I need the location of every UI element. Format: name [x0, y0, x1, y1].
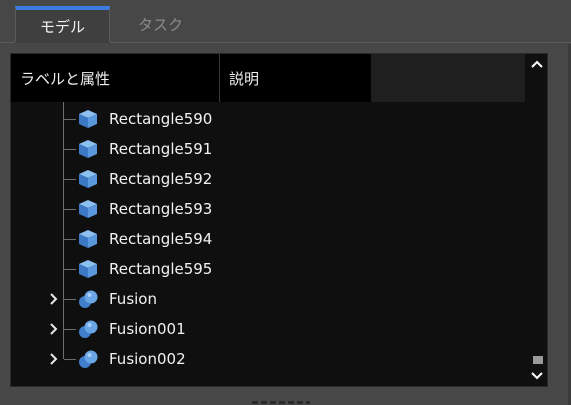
fusion-icon	[77, 318, 99, 340]
tree-item[interactable]: Fusion	[11, 284, 525, 314]
tree-connector	[64, 329, 76, 330]
tree-panel: ラベルと属性 説明 Rectangle590 Rectangle591 Rectan…	[10, 53, 548, 387]
tab-tasks[interactable]: タスク	[113, 6, 208, 42]
scrollbar-thumb[interactable]	[533, 356, 543, 364]
tree-item-label: Fusion001	[109, 320, 186, 338]
fusion-icon	[77, 348, 99, 370]
tree-item[interactable]: Rectangle594	[11, 224, 525, 254]
cube-icon	[77, 228, 99, 250]
tree-connector	[64, 119, 76, 120]
tree-body: Rectangle590 Rectangle591 Rectangle592 Rect…	[11, 102, 525, 386]
scroll-down-icon[interactable]	[529, 368, 545, 384]
tree-connector	[64, 179, 76, 180]
tree-connector	[64, 149, 76, 150]
tree-item[interactable]: Fusion002	[11, 344, 525, 374]
tree-item-label: Fusion002	[109, 350, 186, 368]
cube-icon	[77, 138, 99, 160]
cube-icon	[77, 168, 99, 190]
tree-connector	[64, 359, 76, 360]
tree-item[interactable]: Rectangle593	[11, 194, 525, 224]
chevron-right-icon[interactable]	[48, 323, 60, 335]
tree-item-label: Fusion	[109, 290, 157, 308]
column-header-label[interactable]: ラベルと属性	[11, 54, 220, 102]
tree-connector	[64, 239, 76, 240]
tree-item-label: Rectangle594	[109, 230, 213, 248]
column-header-description[interactable]: 説明	[220, 54, 371, 102]
tree-item[interactable]: Rectangle592	[11, 164, 525, 194]
resize-grip[interactable]	[252, 401, 310, 404]
tree-header: ラベルと属性 説明	[11, 54, 525, 102]
chevron-right-icon[interactable]	[48, 353, 60, 365]
cube-icon	[77, 198, 99, 220]
tab-bar: モデル タスク	[0, 0, 571, 44]
column-header-filler	[371, 54, 525, 102]
cube-icon	[77, 258, 99, 280]
tree-item[interactable]: Rectangle595	[11, 254, 525, 284]
cube-icon	[77, 108, 99, 130]
vertical-scrollbar[interactable]	[527, 54, 547, 386]
tab-model[interactable]: モデル	[15, 6, 110, 42]
tree-item-label: Rectangle590	[109, 110, 213, 128]
tree-item-label: Rectangle591	[109, 140, 213, 158]
tree-connector	[64, 269, 76, 270]
chevron-right-icon[interactable]	[48, 293, 60, 305]
tree-connector	[64, 299, 76, 300]
tree-item[interactable]: Rectangle590	[11, 104, 525, 134]
fusion-icon	[77, 288, 99, 310]
tree-item[interactable]: Rectangle591	[11, 134, 525, 164]
tree-item-label: Rectangle592	[109, 170, 213, 188]
tree-item[interactable]: Fusion001	[11, 314, 525, 344]
tree-item-label: Rectangle595	[109, 260, 213, 278]
tree-connector	[64, 209, 76, 210]
tree-item-label: Rectangle593	[109, 200, 213, 218]
scroll-up-icon[interactable]	[529, 56, 545, 72]
